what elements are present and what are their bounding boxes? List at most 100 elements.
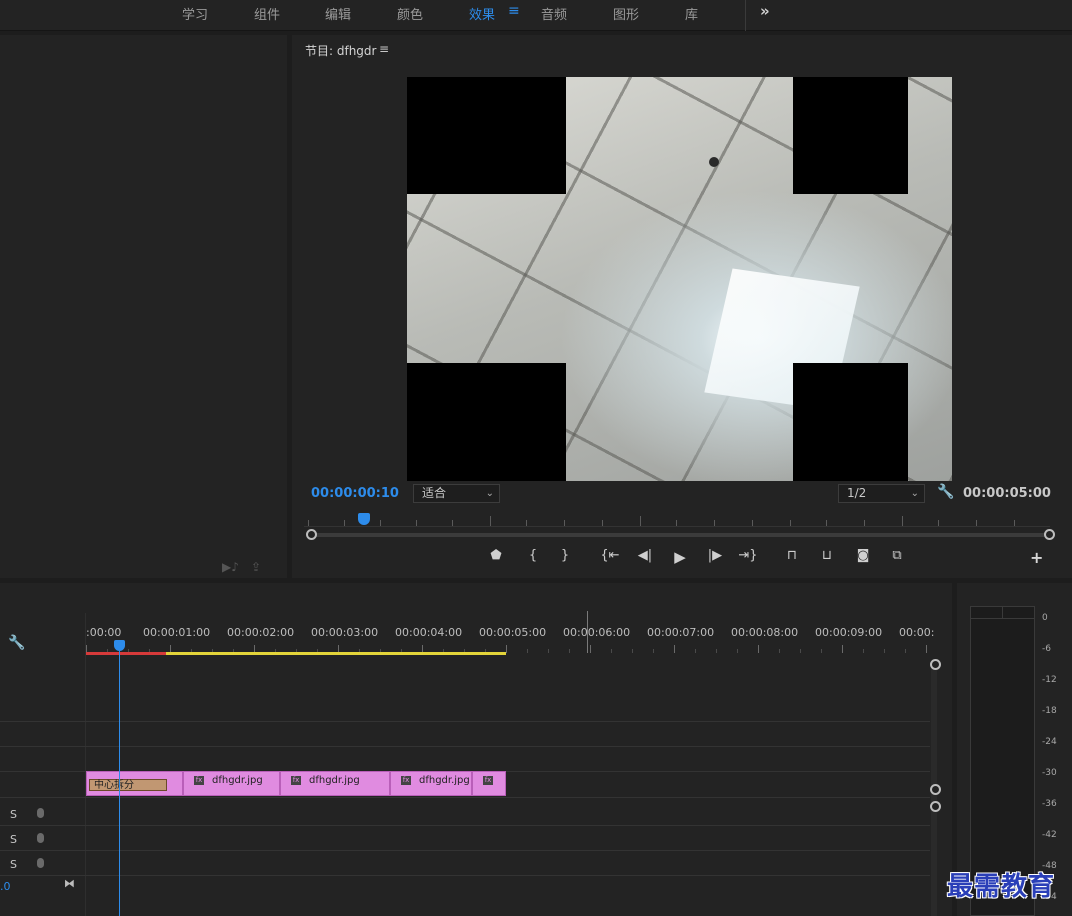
render-bar-red bbox=[86, 652, 166, 655]
tab-learning[interactable]: 学习 bbox=[182, 4, 208, 23]
tab-assembly[interactable]: 组件 bbox=[254, 4, 280, 23]
solo-track-button[interactable]: S bbox=[10, 808, 17, 821]
track-divider bbox=[0, 875, 930, 876]
add-marker-icon[interactable]: ⬟ bbox=[485, 548, 507, 563]
zoom-handle-left[interactable] bbox=[306, 529, 317, 540]
clip-name: dfhgdr.jpg bbox=[309, 775, 360, 786]
step-back-icon[interactable]: ◀| bbox=[634, 548, 656, 563]
insert-icon[interactable]: ▶♪ bbox=[222, 560, 239, 574]
monitor-ruler[interactable] bbox=[304, 515, 1050, 527]
solo-track-button[interactable]: S bbox=[10, 858, 17, 871]
ruler-label: 00:00:03:00 bbox=[311, 626, 379, 639]
panel-menu-icon[interactable]: ≡ bbox=[379, 42, 389, 56]
meter-scale-label: -30 bbox=[1042, 768, 1057, 778]
ruler-label: 00:00:01:00 bbox=[143, 626, 211, 639]
image-clip[interactable]: fx dfhgdr.jpg bbox=[183, 771, 280, 796]
meter-scale-label: -24 bbox=[1042, 737, 1057, 747]
tab-libraries[interactable]: 库 bbox=[685, 4, 698, 23]
fx-badge-icon: fx bbox=[291, 776, 301, 785]
program-monitor-title[interactable]: 节目: dfhgdr bbox=[305, 42, 376, 59]
zoom-scrollbar[interactable] bbox=[310, 533, 1050, 537]
playhead-line bbox=[119, 651, 120, 916]
more-workspaces-icon[interactable]: » bbox=[760, 2, 770, 20]
image-clip[interactable]: fx dfhgdr.jpg bbox=[280, 771, 390, 796]
meter-scale-label: -12 bbox=[1042, 675, 1057, 685]
clip-name: dfhgdr.jpg bbox=[212, 775, 263, 786]
transition-label: 中心拆分 bbox=[89, 779, 167, 791]
scroll-handle-mid[interactable] bbox=[930, 784, 941, 795]
go-to-out-icon[interactable]: ⇥} bbox=[737, 548, 759, 563]
image-clip[interactable]: fx dfhgdr.jpg bbox=[390, 771, 472, 796]
timeline-panel: 🔧 :00:00 00:00:01:00 00:00:02:00 00:00:0… bbox=[0, 583, 952, 916]
tab-color[interactable]: 颜色 bbox=[397, 4, 423, 23]
mic-icon[interactable] bbox=[37, 833, 44, 843]
fx-badge-icon: fx bbox=[194, 776, 204, 785]
workspace-menu-icon[interactable]: ≡ bbox=[508, 3, 520, 19]
play-icon[interactable]: ▶ bbox=[669, 548, 691, 566]
master-volume-value[interactable]: .0 bbox=[0, 880, 11, 893]
track-divider bbox=[0, 746, 930, 747]
scroll-handle-bottom[interactable] bbox=[930, 801, 941, 812]
tab-graphics[interactable]: 图形 bbox=[613, 4, 639, 23]
lift-icon[interactable]: ⊓ bbox=[781, 548, 803, 563]
video-frame[interactable] bbox=[407, 77, 952, 481]
solo-track-button[interactable]: S bbox=[10, 833, 17, 846]
zoom-handle-right[interactable] bbox=[1044, 529, 1055, 540]
meter-clip-indicator bbox=[970, 618, 1035, 619]
meter-channel-split bbox=[1002, 606, 1003, 618]
workspace-separator bbox=[745, 0, 746, 31]
watermark-logo: 最需教育 bbox=[947, 872, 1056, 902]
image-clip[interactable]: fx bbox=[472, 771, 506, 796]
meter-scale-label: -6 bbox=[1042, 644, 1051, 654]
ruler-label: 00:00:02:00 bbox=[227, 626, 295, 639]
ruler-label: 00:00:05:00 bbox=[479, 626, 547, 639]
ruler-label: 00:00:06:00 bbox=[563, 626, 631, 639]
meter-scale-label: -36 bbox=[1042, 799, 1057, 809]
split-mask-top-right bbox=[793, 77, 908, 194]
chevron-down-icon: ⌄ bbox=[485, 488, 494, 499]
ruler-label: :00:00 bbox=[86, 626, 122, 639]
track-header-divider bbox=[85, 613, 86, 916]
settings-wrench-icon[interactable]: 🔧 bbox=[937, 484, 954, 500]
chevron-down-icon: ⌄ bbox=[910, 488, 919, 499]
extract-icon[interactable]: ⊔ bbox=[816, 548, 838, 563]
clip-name: dfhgdr.jpg bbox=[419, 775, 470, 786]
ceiling-screw bbox=[709, 157, 719, 167]
export-icon[interactable]: ⇪ bbox=[251, 560, 261, 574]
fit-select[interactable]: 适合 ⌄ bbox=[413, 484, 500, 503]
tab-effects[interactable]: 效果 bbox=[469, 4, 495, 23]
meter-scale-label: 0 bbox=[1042, 613, 1048, 623]
go-to-in-icon[interactable]: {⇤ bbox=[599, 548, 621, 563]
tab-audio[interactable]: 音频 bbox=[541, 4, 567, 23]
scroll-handle-top[interactable] bbox=[930, 659, 941, 670]
ruler-label: 00:00:07:00 bbox=[647, 626, 715, 639]
timeline-playhead[interactable] bbox=[114, 640, 125, 651]
fx-badge-icon: fx bbox=[401, 776, 411, 785]
source-panel: ▶♪ ⇪ bbox=[0, 35, 287, 578]
fit-select-value: 适合 bbox=[422, 486, 447, 500]
resolution-select[interactable]: 1/2 ⌄ bbox=[838, 484, 925, 503]
track-divider bbox=[0, 850, 930, 851]
bowtie-icon[interactable]: ⧓ bbox=[64, 877, 75, 890]
split-mask-bottom-right bbox=[793, 363, 908, 481]
render-bar-yellow bbox=[166, 652, 506, 655]
export-frame-icon[interactable]: ◙ bbox=[852, 548, 874, 563]
mark-out-icon[interactable]: } bbox=[554, 548, 576, 563]
resolution-select-value: 1/2 bbox=[847, 486, 867, 500]
current-timecode[interactable]: 00:00:00:10 bbox=[311, 486, 399, 501]
timeline-marker-line bbox=[587, 611, 588, 653]
timeline-settings-icon[interactable]: 🔧 bbox=[8, 635, 25, 651]
split-mask-top-left bbox=[407, 77, 566, 194]
compare-icon[interactable]: ⧉ bbox=[886, 548, 908, 563]
tab-editing[interactable]: 编辑 bbox=[325, 4, 351, 23]
mark-in-icon[interactable]: { bbox=[522, 548, 544, 563]
duration-timecode: 00:00:05:00 bbox=[963, 486, 1051, 501]
mic-icon[interactable] bbox=[37, 808, 44, 818]
transition-clip[interactable]: 中心拆分 bbox=[86, 771, 183, 796]
workspace-bar: 学习 组件 编辑 颜色 效果 ≡ 音频 图形 库 » bbox=[0, 0, 1072, 31]
ruler-label: 00:00: bbox=[899, 626, 935, 639]
add-button-icon[interactable]: + bbox=[1030, 548, 1043, 567]
mic-icon[interactable] bbox=[37, 858, 44, 868]
step-forward-icon[interactable]: |▶ bbox=[704, 548, 726, 563]
monitor-playhead[interactable] bbox=[358, 513, 370, 525]
